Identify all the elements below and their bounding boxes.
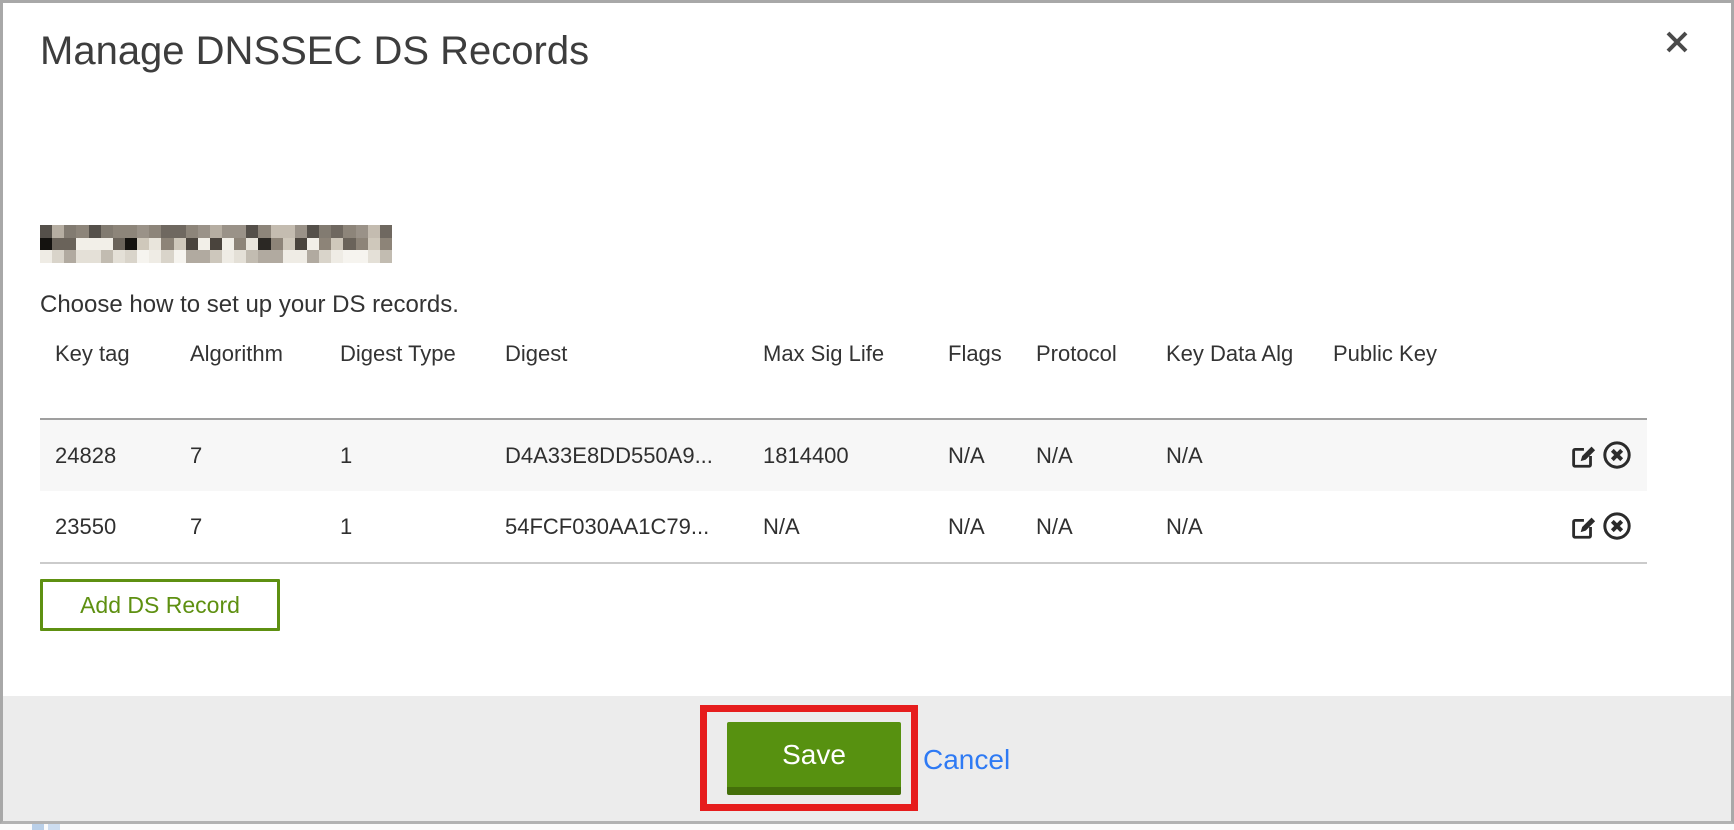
cell-key-tag: 23550: [40, 491, 175, 563]
table-header-row: Key tag Algorithm Digest Type Digest Max…: [40, 329, 1647, 419]
dnssec-ds-records-screen: Manage DNSSEC DS Records Choose how to s…: [0, 0, 1734, 830]
manage-dnssec-modal: Manage DNSSEC DS Records Choose how to s…: [0, 0, 1734, 824]
dialog-footer: Save Cancel: [3, 696, 1731, 821]
column-header-algorithm: Algorithm: [175, 329, 325, 419]
column-header-digest: Digest: [490, 329, 748, 419]
column-header-max-sig-life: Max Sig Life: [748, 329, 933, 419]
add-ds-record-button[interactable]: Add DS Record: [40, 579, 280, 631]
edit-icon: [1568, 511, 1598, 541]
column-header-key-data-alg: Key Data Alg: [1151, 329, 1318, 419]
column-header-actions: [1537, 329, 1647, 419]
close-icon: [1660, 25, 1694, 59]
cell-key-data-alg: N/A: [1151, 491, 1318, 563]
cell-protocol: N/A: [1021, 491, 1151, 563]
background-page-fragment: [32, 824, 44, 830]
delete-record-button[interactable]: [1601, 511, 1633, 543]
delete-icon: [1602, 511, 1632, 541]
save-button[interactable]: Save: [727, 722, 901, 795]
background-page-strip: [0, 824, 1734, 830]
edit-icon: [1568, 440, 1598, 470]
cell-protocol: N/A: [1021, 419, 1151, 491]
ds-records-table: Key tag Algorithm Digest Type Digest Max…: [40, 329, 1647, 564]
cell-algorithm: 7: [175, 491, 325, 563]
table-row: 24828 7 1 D4A33E8DD550A9... 1814400 N/A …: [40, 419, 1647, 491]
cell-public-key: [1318, 419, 1537, 491]
edit-record-button[interactable]: [1567, 440, 1599, 472]
cell-digest-type: 1: [325, 419, 490, 491]
cancel-link[interactable]: Cancel: [923, 744, 1010, 776]
cell-digest: D4A33E8DD550A9...: [490, 419, 748, 491]
page-title: Manage DNSSEC DS Records: [40, 29, 589, 74]
background-page-fragment: [48, 824, 60, 830]
cell-flags: N/A: [933, 419, 1021, 491]
cell-max-sig-life: 1814400: [748, 419, 933, 491]
domain-name-redacted: [40, 225, 392, 263]
cell-key-tag: 24828: [40, 419, 175, 491]
close-button[interactable]: [1657, 23, 1697, 63]
column-header-flags: Flags: [933, 329, 1021, 419]
column-header-public-key: Public Key: [1318, 329, 1537, 419]
delete-record-button[interactable]: [1601, 440, 1633, 472]
cell-max-sig-life: N/A: [748, 491, 933, 563]
edit-record-button[interactable]: [1567, 511, 1599, 543]
delete-icon: [1602, 440, 1632, 470]
cell-flags: N/A: [933, 491, 1021, 563]
column-header-digest-type: Digest Type: [325, 329, 490, 419]
cell-digest-type: 1: [325, 491, 490, 563]
table-row: 23550 7 1 54FCF030AA1C79... N/A N/A N/A …: [40, 491, 1647, 563]
column-header-protocol: Protocol: [1021, 329, 1151, 419]
cell-digest: 54FCF030AA1C79...: [490, 491, 748, 563]
intro-text: Choose how to set up your DS records.: [40, 291, 459, 319]
cell-public-key: [1318, 491, 1537, 563]
cell-key-data-alg: N/A: [1151, 419, 1318, 491]
cell-algorithm: 7: [175, 419, 325, 491]
column-header-key-tag: Key tag: [40, 329, 175, 419]
